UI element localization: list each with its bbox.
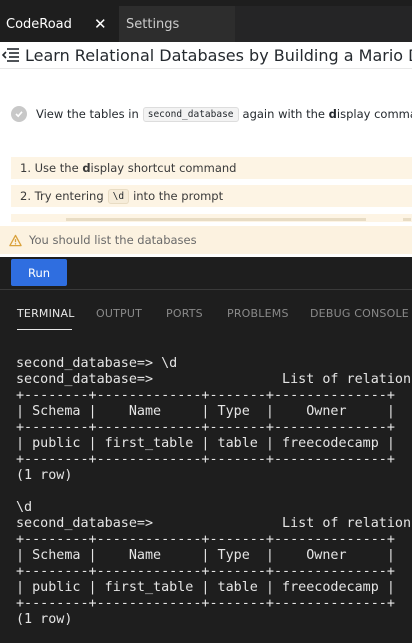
hint-code: \d	[107, 188, 130, 204]
terminal-line: (1 row)	[16, 468, 73, 483]
tab-problems[interactable]: PROBLEMS	[227, 307, 289, 320]
coderoad-panel: Learn Relational Databases by Building a…	[0, 42, 412, 257]
tutorial-title: Learn Relational Databases by Building a…	[25, 45, 412, 65]
panel-tabs: TERMINAL OUTPUT PORTS PROBLEMS DEBUG CON…	[0, 290, 412, 334]
terminal-output[interactable]: second_database=> \d second_database=> L…	[16, 356, 412, 643]
tab-coderoad[interactable]: CodeRoad ✕	[0, 6, 118, 42]
step-bold-letter: d	[328, 107, 337, 121]
tutorial-header: Learn Relational Databases by Building a…	[0, 42, 412, 69]
terminal-line: +--------+-------------+-------+--------…	[16, 596, 395, 611]
terminal-line: | Schema | Name | Type | Owner |	[16, 548, 395, 563]
warning-text: You should list the databases	[29, 233, 197, 247]
step-text-mid: again with the	[242, 107, 325, 121]
hint-item-2: 2. Try entering \d into the prompt	[11, 185, 412, 207]
terminal-line: second_database=> List of relations	[16, 372, 412, 387]
menu-collapse-icon[interactable]	[1, 45, 21, 65]
terminal-line: +--------+-------------+-------+--------…	[16, 452, 395, 467]
tab-coderoad-label: CodeRoad	[6, 16, 72, 32]
editor-tab-bar: CodeRoad ✕ Settings	[0, 0, 412, 42]
tab-settings[interactable]: Settings	[118, 6, 235, 42]
terminal-line: \d	[16, 500, 33, 515]
close-icon[interactable]: ✕	[94, 15, 107, 33]
run-button[interactable]: Run	[11, 259, 67, 286]
terminal-line: +--------+-------------+-------+--------…	[16, 532, 395, 547]
terminal-line: second_database=> List of relations	[16, 516, 412, 531]
hint-bold-letter: d	[82, 161, 91, 175]
terminal-line: | public | first_table | table | freecod…	[16, 436, 395, 451]
run-bar: Run	[0, 257, 412, 289]
step-code: second_database	[142, 106, 239, 122]
tab-output[interactable]: OUTPUT	[96, 307, 142, 320]
hint-item-1: 1. Use the d isplay shortcut command	[11, 157, 412, 179]
hint-number: 2.	[20, 189, 31, 203]
hint-text-before: Try entering	[34, 189, 104, 203]
active-tab-indicator	[17, 329, 72, 330]
hint-text-after: isplay shortcut command	[90, 161, 237, 175]
warning-icon	[9, 234, 22, 246]
terminal-line: | public | first_table | table | freecod…	[16, 580, 395, 595]
hint-number: 1.	[20, 161, 31, 175]
hint-text-before: Use the	[34, 161, 79, 175]
warning-banner: You should list the databases	[0, 226, 412, 254]
tab-debug-console[interactable]: DEBUG CONSOLE	[310, 307, 409, 320]
terminal-line: second_database=> \d	[16, 356, 178, 371]
terminal-line: | Schema | Name | Type | Owner |	[16, 404, 395, 419]
step-item: View the tables in second_database again…	[11, 103, 412, 125]
tab-settings-label: Settings	[126, 16, 180, 32]
step-text-before: View the tables in	[36, 107, 139, 121]
hint-text-after: into the prompt	[133, 189, 224, 203]
tab-terminal[interactable]: TERMINAL	[17, 307, 75, 320]
terminal-line: +--------+-------------+-------+--------…	[16, 564, 395, 579]
check-circle-icon	[11, 106, 27, 122]
tab-ports[interactable]: PORTS	[166, 307, 203, 320]
terminal-line: +--------+-------------+-------+--------…	[16, 388, 395, 403]
hint-item-3-partial	[11, 214, 412, 222]
terminal-line: +--------+-------------+-------+--------…	[16, 420, 395, 435]
step-text-after: isplay command.	[336, 107, 412, 121]
terminal-line: (1 row)	[16, 612, 73, 627]
